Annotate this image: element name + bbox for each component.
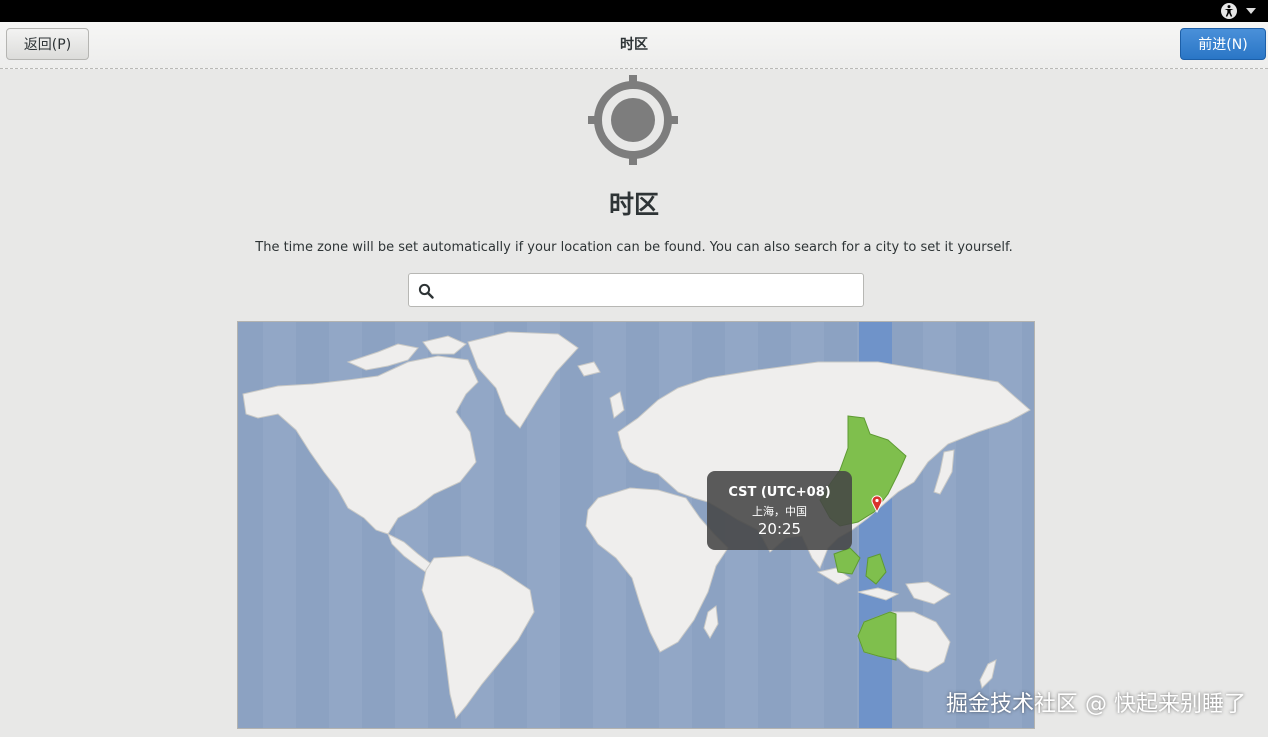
world-map [238, 322, 1034, 728]
watermark: 掘金技术社区 @ 快起来别睡了 [946, 692, 1246, 717]
timezone-map[interactable] [237, 321, 1035, 729]
location-crosshair-icon [588, 75, 678, 165]
tooltip-timezone: CST (UTC+08) [728, 485, 831, 500]
page-description: The time zone will be set automatically … [255, 240, 1013, 255]
tooltip-city: 上海，中国 [752, 505, 807, 518]
header-title: 时区 [620, 37, 648, 53]
accessibility-icon[interactable] [1220, 2, 1238, 20]
header-bar: 返回(P) 时区 前进(N) [0, 22, 1268, 69]
top-bar [0, 0, 1268, 22]
chevron-down-icon[interactable] [1246, 8, 1256, 14]
tooltip-time: 20:25 [757, 520, 802, 538]
city-search-field[interactable] [408, 273, 864, 307]
search-icon [418, 283, 434, 299]
city-search-input[interactable] [441, 278, 855, 304]
next-button[interactable]: 前进(N) [1180, 28, 1266, 60]
location-pin-icon [871, 495, 883, 513]
page-title: 时区 [608, 190, 659, 219]
timezone-tooltip: CST (UTC+08) 上海，中国 20:25 [707, 471, 852, 550]
